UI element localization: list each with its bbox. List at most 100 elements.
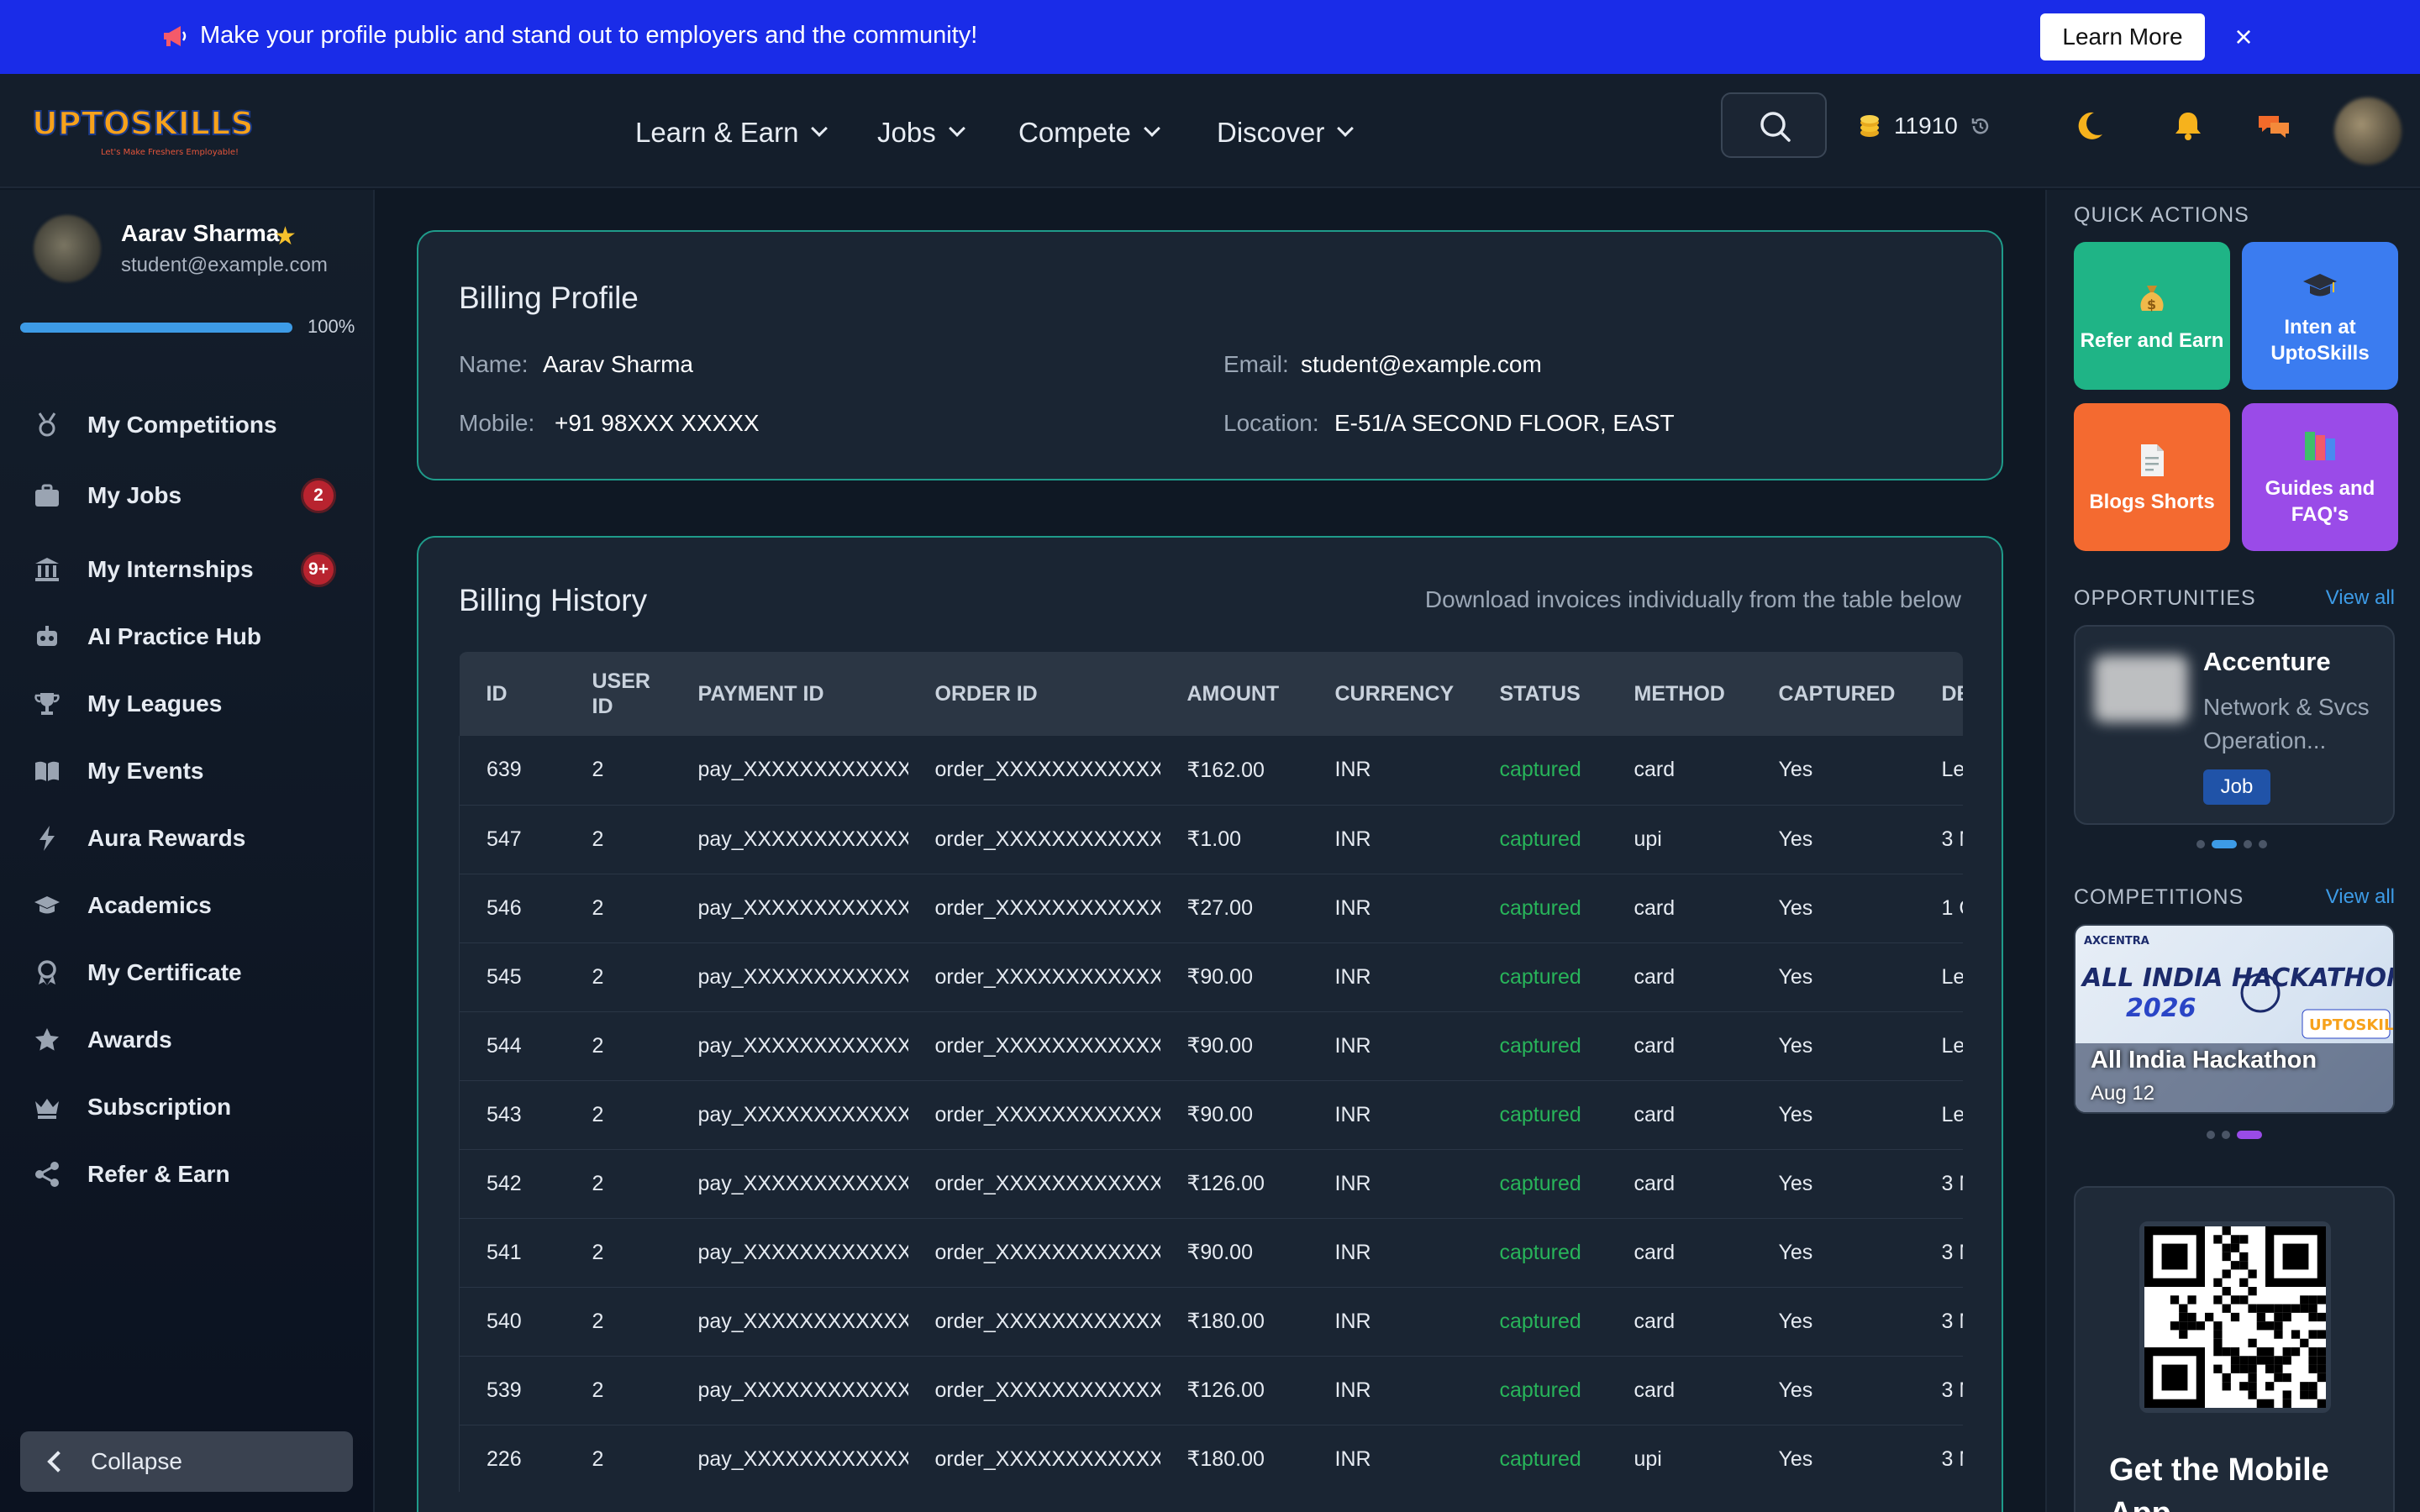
table-cell: pay_XXXXXXXXXXXX [671, 1287, 908, 1357]
sidebar-item-subscription[interactable]: Subscription [30, 1082, 350, 1132]
guides-and-faqs-action[interactable]: Guides and FAQ's [2242, 403, 2398, 551]
table-row[interactable]: 543 2 pay_XXXXXXXXXXXX order_XXXXXXXXXXXX ₹9… [459, 1080, 1963, 1150]
table-cell: 547 [459, 805, 566, 874]
svg-text:Let's Make Freshers Employable: Let's Make Freshers Employable! [101, 148, 239, 157]
table-cell: 3 M [1914, 805, 1963, 874]
table-row[interactable]: 542 2 pay_XXXXXXXXXXXX order_XXXXXXXXXXXX ₹1… [459, 1149, 1963, 1219]
table-cell: 544 [459, 1011, 566, 1081]
bell-icon[interactable] [2168, 106, 2208, 146]
table-cell: order_XXXXXXXXXXXX [908, 874, 1160, 943]
svg-text:AXCENTRA: AXCENTRA [2084, 935, 2149, 948]
blogs-shorts-action[interactable]: Blogs Shorts [2074, 403, 2230, 551]
carousel-dot[interactable] [2196, 840, 2205, 848]
moon-icon[interactable] [2069, 106, 2109, 146]
intern-at-uptoskills-action[interactable]: Inten at UptoSkills [2242, 242, 2398, 390]
column-header: DES [1914, 652, 1963, 736]
table-cell: pay_XXXXXXXXXXXX [671, 1149, 908, 1219]
sidebar-item-academics[interactable]: Academics [30, 880, 350, 931]
billing-history-table: ID USER ID PAYMENT ID ORDER ID AMOUNT CURRENC… [459, 652, 1963, 1492]
table-row[interactable]: 639 2 pay_XXXXXXXXXXXX order_XXXXXXXXXXXX ₹1… [459, 736, 1963, 806]
table-cell: 2 [565, 1356, 671, 1425]
sidebar-item-label: My Jobs [87, 482, 182, 508]
table-row[interactable]: 540 2 pay_XXXXXXXXXXXX order_XXXXXXXXXXXX ₹1… [459, 1287, 1963, 1357]
carousel-dot[interactable] [2222, 1131, 2230, 1139]
share-icon [30, 1158, 64, 1191]
learn-more-button[interactable]: Learn More [2040, 13, 2205, 60]
robot-icon [30, 620, 64, 654]
banner-message: Make your profile public and stand out t… [200, 22, 978, 49]
collapse-sidebar-button[interactable]: Collapse [20, 1431, 353, 1492]
table-cell: INR [1307, 942, 1473, 1012]
sidebar-item-label: My Events [87, 758, 204, 784]
table-cell: INR [1307, 1149, 1473, 1219]
table-cell: card [1607, 1149, 1752, 1219]
opportunity-card[interactable]: Accenture Network & Svcs Operation... Jo… [2074, 625, 2395, 825]
sidebar-item-my-competitions[interactable]: My Competitions [30, 400, 350, 450]
uptoskills-logo[interactable]: UPTOSKILLS Let's Make Freshers Employabl… [27, 99, 271, 161]
carousel-dot[interactable] [2259, 840, 2267, 848]
billing-table-container[interactable]: ID USER ID PAYMENT ID ORDER ID AMOUNT CURRENC… [459, 652, 1963, 1492]
nav-jobs[interactable]: Jobs [877, 108, 965, 158]
sidebar-item-my-certificate[interactable]: My Certificate [30, 948, 350, 998]
user-avatar[interactable] [2334, 97, 2402, 165]
nav-learn-earn[interactable]: Learn & Earn [635, 108, 829, 158]
sidebar-item-my-leagues[interactable]: My Leagues [30, 679, 350, 729]
sidebar-item-ai-practice-hub[interactable]: AI Practice Hub [30, 612, 350, 662]
table-cell: ₹180.00 [1160, 1287, 1308, 1357]
avatar[interactable] [34, 215, 101, 282]
sidebar-item-my-jobs[interactable]: My Jobs 2 [30, 470, 350, 521]
sidebar-item-aura-rewards[interactable]: Aura Rewards [30, 813, 350, 864]
sidebar-item-refer-earn[interactable]: Refer & Earn [30, 1149, 350, 1200]
table-row[interactable]: 544 2 pay_XXXXXXXXXXXX order_XXXXXXXXXXXX ₹9… [459, 1011, 1963, 1081]
coins-icon [1860, 115, 1879, 137]
sidebar-item-awards[interactable]: Awards [30, 1015, 350, 1065]
table-cell: 2 [565, 1149, 671, 1219]
search-button[interactable] [1721, 92, 1827, 158]
history-icon[interactable] [1970, 115, 1991, 137]
coin-balance[interactable]: 11910 [1855, 109, 1991, 143]
table-row[interactable]: 226 2 pay_XXXXXXXXXXXX order_XXXXXXXXXXXX ₹1… [459, 1425, 1963, 1492]
competitions-view-all-link[interactable]: View all [2326, 885, 2395, 909]
star-icon: ★ [274, 223, 297, 250]
qr-code[interactable] [2139, 1221, 2331, 1413]
table-row[interactable]: 546 2 pay_XXXXXXXXXXXX order_XXXXXXXXXXXX ₹2… [459, 874, 1963, 943]
carousel-dot-active[interactable] [2237, 1131, 2262, 1139]
carousel-dot[interactable] [2207, 1131, 2215, 1139]
sidebar-item-my-events[interactable]: My Events [30, 746, 350, 796]
table-cell: Yes [1751, 736, 1915, 806]
carousel-dot-active[interactable] [2212, 840, 2237, 848]
table-cell: 540 [459, 1287, 566, 1357]
table-row[interactable]: 541 2 pay_XXXXXXXXXXXX order_XXXXXXXXXXXX ₹9… [459, 1218, 1963, 1288]
email-label: Email: [1223, 351, 1289, 377]
opportunities-view-all-link[interactable]: View all [2326, 586, 2395, 610]
competition-card[interactable]: AXCENTRA ALL INDIA HACKATHON 2026 UPTOSK… [2074, 924, 2395, 1114]
refer-and-earn-action[interactable]: $ Refer and Earn [2074, 242, 2230, 390]
nav-discover[interactable]: Discover [1217, 108, 1355, 158]
role-title: Network & Svcs Operation... [2203, 694, 2370, 753]
table-row[interactable]: 547 2 pay_XXXXXXXXXXXX order_XXXXXXXXXXXX ₹1… [459, 805, 1963, 874]
table-cell: pay_XXXXXXXXXXXX [671, 736, 908, 806]
nav-label: Compete [1018, 117, 1131, 148]
close-banner-button[interactable]: × [2227, 20, 2260, 54]
table-row[interactable]: 539 2 pay_XXXXXXXXXXXX order_XXXXXXXXXXXX ₹1… [459, 1356, 1963, 1425]
table-cell: card [1607, 874, 1752, 943]
company-name: Accenture [2203, 647, 2331, 676]
sidebar-item-label: Refer & Earn [87, 1161, 230, 1187]
sidebar-item-my-internships[interactable]: My Internships 9+ [30, 544, 350, 595]
competition-carousel-dots[interactable] [2207, 1131, 2262, 1139]
billing-history-card: Billing History Download invoices indivi… [417, 536, 2003, 1512]
bolt-icon [30, 822, 64, 855]
status-cell: captured [1472, 736, 1607, 806]
table-row[interactable]: 545 2 pay_XXXXXXXXXXXX order_XXXXXXXXXXXX ₹9… [459, 942, 1963, 1012]
company-logo [2094, 655, 2188, 722]
table-cell: INR [1307, 1425, 1473, 1492]
opportunity-carousel-dots[interactable] [2196, 840, 2267, 848]
table-cell: card [1607, 1218, 1752, 1288]
chat-icon[interactable] [2254, 106, 2294, 146]
nav-compete[interactable]: Compete [1018, 108, 1160, 158]
table-cell: upi [1607, 1425, 1752, 1492]
quick-action-label: Guides and FAQ's [2265, 477, 2375, 526]
table-cell: INR [1307, 1011, 1473, 1081]
table-cell: INR [1307, 805, 1473, 874]
carousel-dot[interactable] [2244, 840, 2252, 848]
